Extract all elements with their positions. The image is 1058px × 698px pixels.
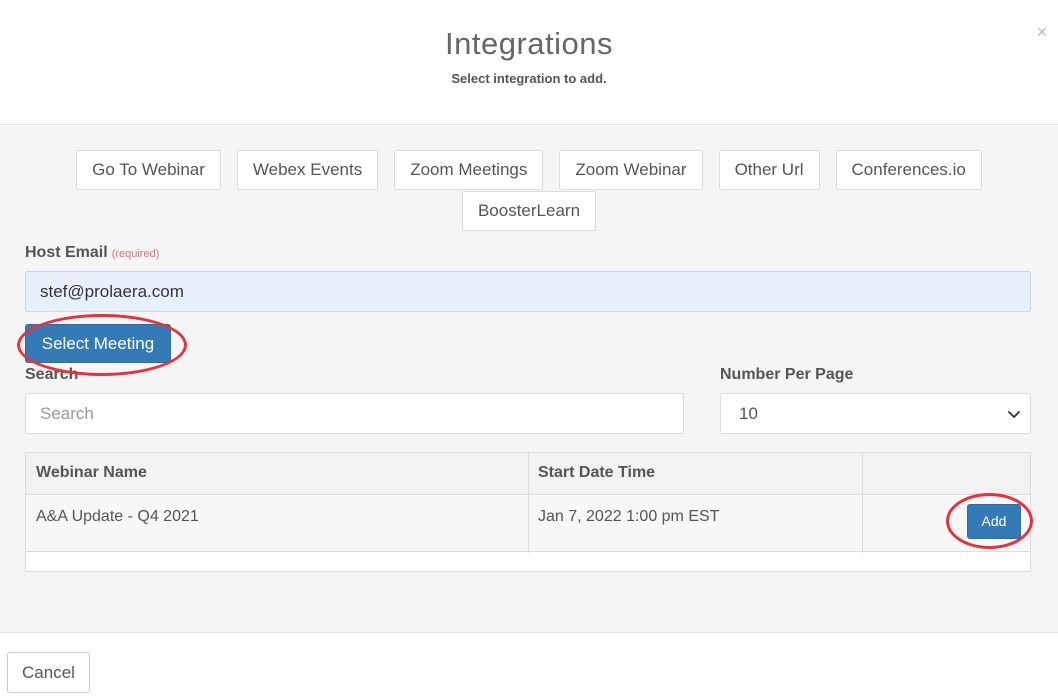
column-webinar-name: Webinar Name (36, 464, 147, 481)
modal-subtitle: Select integration to add. (451, 71, 607, 86)
integration-go-to-webinar[interactable]: Go To Webinar (76, 150, 221, 190)
host-email-field[interactable]: stef@prolaera.com (25, 271, 1031, 312)
cancel-button[interactable]: Cancel (7, 652, 90, 693)
search-label: Search (25, 366, 79, 383)
close-icon[interactable]: × (1034, 22, 1050, 42)
column-start-date-time: Start Date Time (538, 464, 656, 481)
webinar-name-cell: A&A Update - Q4 2021 (36, 508, 199, 525)
per-page-label: Number Per Page (720, 366, 854, 383)
host-email-label: Host Email (required) (25, 244, 159, 262)
search-input[interactable]: Search (25, 393, 684, 434)
required-indicator: (required) (111, 248, 160, 260)
column-divider (528, 453, 529, 553)
column-divider (862, 453, 863, 553)
integration-zoom-webinar[interactable]: Zoom Webinar (559, 150, 703, 190)
modal-header: Integrations Select integration to add. … (0, 0, 1058, 125)
webinar-table: Webinar Name Start Date Time A&A Update … (25, 452, 1031, 572)
add-webinar-button[interactable]: Add (967, 504, 1021, 539)
integration-boosterlearn[interactable]: BoosterLearn (461, 191, 597, 231)
integration-zoom-meetings[interactable]: Zoom Meetings (394, 150, 544, 190)
integration-other-url[interactable]: Other Url (718, 150, 820, 190)
per-page-value: 10 (739, 404, 758, 423)
integration-conferences-io[interactable]: Conferences.io (835, 150, 982, 190)
integration-options-row-1: Go To Webinar Webex Events Zoom Meetings… (0, 150, 1058, 190)
modal-title: Integrations (445, 26, 613, 61)
chevron-down-icon (1008, 411, 1020, 418)
integration-webex-events[interactable]: Webex Events (236, 150, 379, 190)
modal-footer: Cancel (0, 632, 1058, 698)
select-meeting-button[interactable]: Select Meeting (25, 324, 171, 363)
integration-options-row-2: BoosterLearn (0, 191, 1058, 231)
modal-body: Go To Webinar Webex Events Zoom Meetings… (0, 126, 1058, 632)
start-date-time-cell: Jan 7, 2022 1:00 pm EST (538, 508, 720, 525)
host-email-label-text: Host Email (25, 244, 108, 261)
per-page-select[interactable]: 10 (720, 393, 1031, 434)
